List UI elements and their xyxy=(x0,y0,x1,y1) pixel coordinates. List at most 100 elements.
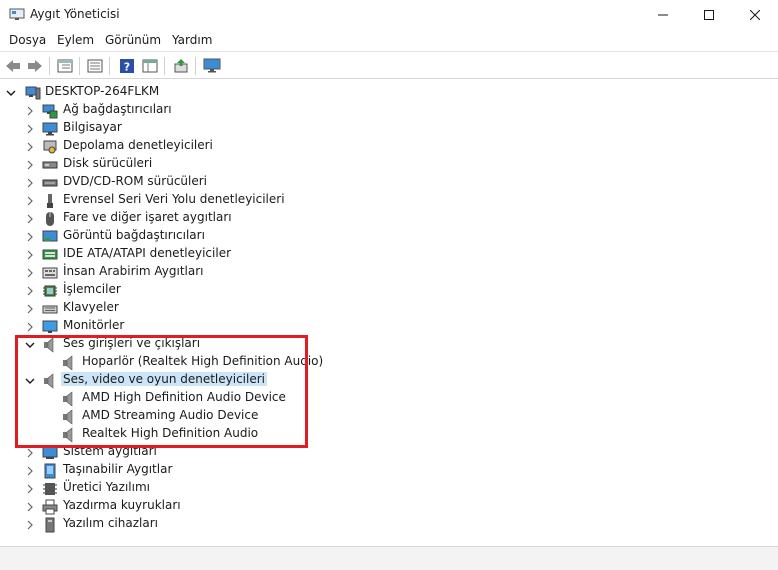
tree-category-label[interactable]: Taşınabilir Aygıtlar xyxy=(61,462,174,476)
tree-category-label[interactable]: IDE ATA/ATAPI denetleyiciler xyxy=(61,246,233,260)
chevron-right-icon[interactable] xyxy=(25,120,35,138)
chevron-right-icon[interactable] xyxy=(25,246,35,264)
speaker-icon xyxy=(63,355,73,371)
minimize-icon xyxy=(658,14,668,16)
update-driver-icon xyxy=(174,59,188,73)
scan-hardware-button[interactable] xyxy=(203,57,221,75)
back-button[interactable] xyxy=(4,57,22,75)
title-bar: Aygıt Yöneticisi xyxy=(0,0,778,30)
tree-device-label[interactable]: AMD Streaming Audio Device xyxy=(80,408,260,422)
toolbar-separator xyxy=(195,57,196,75)
tree-device-label[interactable]: AMD High Definition Audio Device xyxy=(80,390,288,404)
tree-category-label[interactable]: Ses girişleri ve çıkışları xyxy=(61,336,202,350)
usb-icon xyxy=(47,194,53,208)
chevron-right-icon[interactable] xyxy=(25,228,35,246)
view-button[interactable] xyxy=(86,57,104,75)
portable-device-icon xyxy=(44,463,56,479)
tree-device-label[interactable]: Hoparlör (Realtek High Definition Audio) xyxy=(80,354,325,368)
tree-category-label[interactable]: Üretici Yazılımı xyxy=(61,480,152,494)
tree-category-label[interactable]: Depolama denetleyicileri xyxy=(61,138,215,152)
tree-root-label[interactable]: DESKTOP-264FLKM xyxy=(43,84,161,98)
network-adapter-icon xyxy=(42,104,58,119)
printer-icon xyxy=(42,499,58,515)
disk-drive-icon xyxy=(42,161,58,169)
menu-help[interactable]: Yardım xyxy=(172,33,212,47)
root-computer-icon xyxy=(25,86,41,100)
minimize-button[interactable] xyxy=(640,0,686,30)
toolbar: ? xyxy=(0,51,778,79)
maximize-icon xyxy=(704,10,714,20)
toolbar-separator xyxy=(79,57,80,75)
tree-category-label[interactable]: Bilgisayar xyxy=(61,120,124,134)
tree-category-label[interactable]: Monitörler xyxy=(61,318,126,332)
chevron-right-icon[interactable] xyxy=(25,300,35,318)
computer-icon xyxy=(42,122,58,136)
speaker-icon xyxy=(63,391,73,407)
menu-action[interactable]: Eylem xyxy=(57,33,94,47)
window-title: Aygıt Yöneticisi xyxy=(30,7,120,21)
close-button[interactable] xyxy=(732,0,778,30)
grid-view-button[interactable] xyxy=(141,57,159,75)
tree-category-label[interactable]: Disk sürücüleri xyxy=(61,156,154,170)
tree-category-label[interactable]: Ağ bağdaştırıcıları xyxy=(61,102,174,116)
forward-button[interactable] xyxy=(26,57,44,75)
properties-icon xyxy=(57,59,73,73)
menu-view[interactable]: Görünüm xyxy=(105,33,161,47)
chevron-right-icon[interactable] xyxy=(25,138,35,156)
chevron-right-icon[interactable] xyxy=(25,192,35,210)
chevron-right-icon[interactable] xyxy=(25,156,35,174)
help-icon: ? xyxy=(120,59,134,74)
tree-category-label[interactable]: Klavyeler xyxy=(61,300,121,314)
chevron-down-icon[interactable] xyxy=(25,372,35,390)
maximize-button[interactable] xyxy=(686,0,732,30)
software-device-icon xyxy=(45,517,55,533)
speaker-icon xyxy=(63,409,73,425)
tree-category-label[interactable]: Yazılım cihazları xyxy=(61,516,160,530)
chevron-right-icon[interactable] xyxy=(25,264,35,282)
tree-category-label[interactable]: Sistem aygıtları xyxy=(61,444,159,458)
speaker-icon xyxy=(44,373,54,389)
device-tree: DESKTOP-264FLKM Ağ bağdaştırıcıları Bilgis… xyxy=(0,79,778,546)
chevron-right-icon[interactable] xyxy=(25,516,35,534)
mouse-icon xyxy=(46,212,54,226)
tree-category-label[interactable]: İşlemciler xyxy=(61,282,123,296)
chevron-right-icon[interactable] xyxy=(25,444,35,462)
help-button[interactable]: ? xyxy=(118,57,136,75)
dvd-drive-icon xyxy=(42,179,58,187)
chevron-right-icon[interactable] xyxy=(25,102,35,120)
chevron-right-icon[interactable] xyxy=(25,318,35,336)
chevron-down-icon[interactable] xyxy=(25,336,35,354)
properties-button[interactable] xyxy=(56,57,74,75)
tree-device-label[interactable]: Realtek High Definition Audio xyxy=(80,426,260,440)
device-manager-icon xyxy=(9,8,25,20)
chevron-right-icon[interactable] xyxy=(25,174,35,192)
ide-controller-icon xyxy=(42,249,58,260)
monitor-icon xyxy=(42,320,58,333)
system-device-icon xyxy=(42,446,58,459)
close-icon xyxy=(750,10,760,20)
chevron-down-icon[interactable] xyxy=(6,84,16,102)
tree-category-label[interactable]: İnsan Arabirim Aygıtları xyxy=(61,264,206,278)
chevron-right-icon[interactable] xyxy=(25,462,35,480)
chevron-right-icon[interactable] xyxy=(25,282,35,300)
chevron-right-icon[interactable] xyxy=(25,210,35,228)
chevron-right-icon[interactable] xyxy=(25,480,35,498)
processor-icon xyxy=(43,285,57,297)
tree-category-label[interactable]: Görüntü bağdaştırıcıları xyxy=(61,228,207,242)
update-driver-button[interactable] xyxy=(172,57,190,75)
display-adapter-icon xyxy=(42,230,58,242)
menu-file[interactable]: Dosya xyxy=(9,33,46,47)
status-bar xyxy=(0,546,778,570)
toolbar-separator xyxy=(164,57,165,75)
tree-category-label[interactable]: Evrensel Seri Veri Yolu denetleyicileri xyxy=(61,192,287,206)
storage-controller-icon xyxy=(43,140,57,154)
chevron-right-icon[interactable] xyxy=(25,498,35,516)
tree-category-label[interactable]: DVD/CD-ROM sürücüleri xyxy=(61,174,209,188)
tree-category-label[interactable]: Fare ve diğer işaret aygıtları xyxy=(61,210,234,224)
menu-bar: Dosya Eylem Görünüm Yardım xyxy=(0,30,778,51)
tree-category-label[interactable]: Yazdırma kuyrukları xyxy=(61,498,183,512)
svg-text:?: ? xyxy=(124,61,130,74)
monitor-icon xyxy=(203,58,221,73)
tree-category-label[interactable]: Ses, video ve oyun denetleyicileri xyxy=(61,372,268,386)
firmware-icon xyxy=(43,483,57,495)
